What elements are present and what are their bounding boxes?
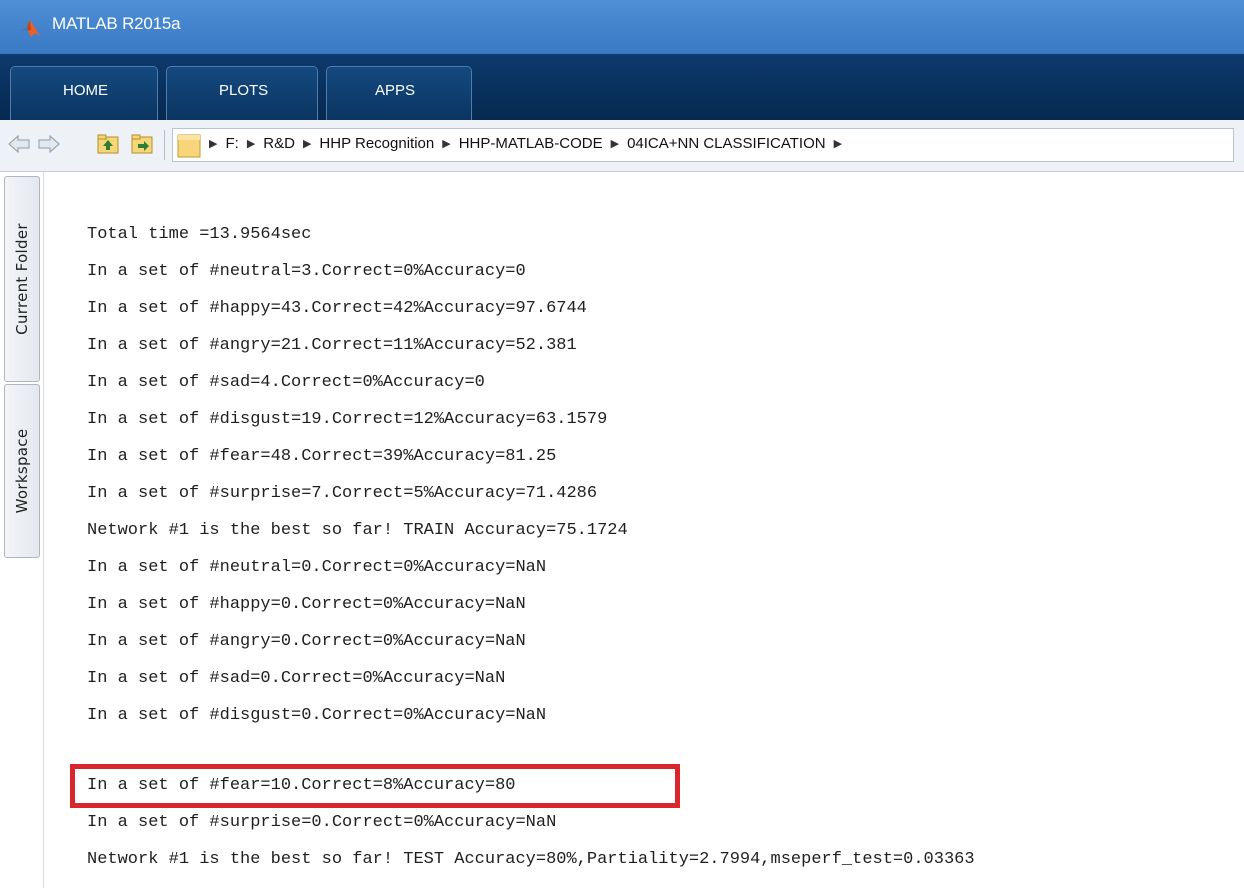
highlight-annotation-box xyxy=(70,764,680,808)
breadcrumb-item-ica-nn-classification[interactable]: 04ICA+NN CLASSIFICATION xyxy=(627,135,826,152)
breadcrumb-item-hhp-recognition[interactable]: HHP Recognition xyxy=(319,135,434,152)
matlab-logo-icon xyxy=(20,20,40,37)
breadcrumb-item-drive[interactable]: F: xyxy=(225,135,238,152)
matlab-window: MATLAB R2015a HOME PLOTS APPS ▶ F: ▶ R&D… xyxy=(0,0,1244,888)
side-panel-tabs: Current Folder Workspace xyxy=(0,172,44,888)
tab-apps[interactable]: APPS xyxy=(326,66,472,120)
tab-current-folder[interactable]: Current Folder xyxy=(4,176,40,382)
window-title: MATLAB R2015a xyxy=(52,14,181,33)
tab-plots[interactable]: PLOTS xyxy=(166,66,318,120)
command-window[interactable]: Total time =13.9564sec In a set of #neut… xyxy=(44,172,1244,888)
breadcrumb-separator-icon[interactable]: ▶ xyxy=(834,137,842,150)
arrow-left-icon[interactable] xyxy=(8,135,30,153)
console-line: In a set of #happy=0.Correct=0%Accuracy=… xyxy=(87,595,526,614)
breadcrumb-item-hhp-matlab-code[interactable]: HHP-MATLAB-CODE xyxy=(459,135,603,152)
breadcrumb: ▶ F: ▶ R&D ▶ HHP Recognition ▶ HHP-MATLA… xyxy=(209,135,850,152)
toolbar-separator xyxy=(164,130,165,160)
console-line: In a set of #disgust=0.Correct=0%Accurac… xyxy=(87,706,547,725)
breadcrumb-separator-icon: ▶ xyxy=(610,138,620,150)
current-folder-path-bar[interactable]: ▶ F: ▶ R&D ▶ HHP Recognition ▶ HHP-MATLA… xyxy=(172,128,1234,162)
breadcrumb-separator-icon: ▶ xyxy=(442,138,451,150)
tab-home-label: HOME xyxy=(63,82,108,99)
browse-folder-icon[interactable] xyxy=(130,132,154,156)
tab-current-folder-label: Current Folder xyxy=(13,223,31,335)
console-line: In a set of #sad=0.Correct=0%Accuracy=Na… xyxy=(87,669,506,688)
breadcrumb-separator-icon: ▶ xyxy=(302,138,312,150)
console-line: In a set of #happy=43.Correct=42%Accurac… xyxy=(87,299,587,318)
console-line: In a set of #disgust=19.Correct=12%Accur… xyxy=(87,410,608,429)
console-line: In a set of #surprise=7.Correct=5%Accura… xyxy=(87,484,598,503)
tab-home[interactable]: HOME xyxy=(10,66,158,120)
console-line: In a set of #angry=21.Correct=11%Accurac… xyxy=(87,336,577,355)
console-line: Total time =13.9564sec xyxy=(87,225,312,244)
address-toolbar: ▶ F: ▶ R&D ▶ HHP Recognition ▶ HHP-MATLA… xyxy=(0,120,1244,172)
console-line: In a set of #sad=4.Correct=0%Accuracy=0 xyxy=(87,373,485,392)
tab-plots-label: PLOTS xyxy=(219,82,269,99)
toolstrip-tabs: HOME PLOTS APPS xyxy=(0,54,1244,120)
title-bar: MATLAB R2015a xyxy=(0,0,1244,54)
console-line: In a set of #neutral=0.Correct=0%Accurac… xyxy=(87,558,547,577)
folder-icon xyxy=(177,134,201,158)
breadcrumb-separator-icon: ▶ xyxy=(246,138,256,150)
folder-up-icon[interactable] xyxy=(96,132,120,156)
console-line: In a set of #neutral=3.Correct=0%Accurac… xyxy=(87,262,526,281)
arrow-right-icon[interactable] xyxy=(38,135,60,153)
console-line: In a set of #fear=48.Correct=39%Accuracy… xyxy=(87,447,557,466)
tab-workspace[interactable]: Workspace xyxy=(4,384,40,558)
breadcrumb-item-rnd[interactable]: R&D xyxy=(263,135,295,152)
tab-workspace-label: Workspace xyxy=(13,428,31,514)
console-line: Network #1 is the best so far! TRAIN Acc… xyxy=(87,521,628,540)
breadcrumb-separator-icon: ▶ xyxy=(209,138,218,150)
console-line: Network #1 is the best so far! TEST Accu… xyxy=(87,850,975,869)
console-line: In a set of #angry=0.Correct=0%Accuracy=… xyxy=(87,632,526,651)
console-line: In a set of #surprise=0.Correct=0%Accura… xyxy=(87,813,557,832)
tab-apps-label: APPS xyxy=(375,82,416,99)
